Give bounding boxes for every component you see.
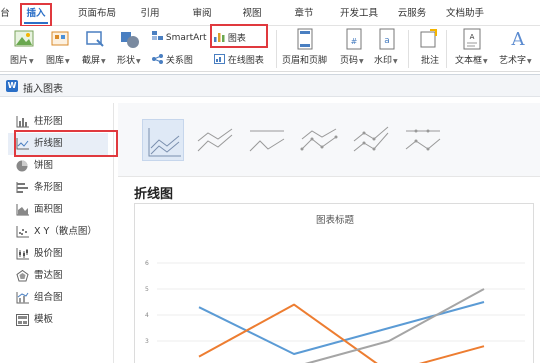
relation-icon bbox=[152, 54, 163, 64]
smartart-icon bbox=[152, 31, 163, 40]
scatter-chart-icon bbox=[16, 226, 29, 238]
line-variant-icon bbox=[148, 128, 181, 157]
comment-icon[interactable] bbox=[420, 29, 438, 52]
chart-type-scatter[interactable]: X Y（散点图） bbox=[8, 221, 108, 243]
watermark-icon[interactable]: a bbox=[379, 28, 395, 53]
menu-tab-doc-assistant[interactable]: 文档助手 bbox=[443, 4, 487, 24]
comment-button[interactable]: 批注 bbox=[421, 53, 439, 66]
bar-chart-icon bbox=[16, 182, 28, 193]
ribbon-toolbar: 图片▼ 图库▼ 截屏▼ 形状▼ SmartArt 关系图 图表 在线图表 页眉和… bbox=[0, 26, 540, 72]
template-icon bbox=[16, 314, 29, 326]
percent-line-variant-icon bbox=[249, 130, 285, 152]
chart-type-line[interactable]: 折线图 bbox=[8, 133, 108, 155]
variant-percent-line-markers[interactable] bbox=[402, 119, 444, 161]
stacked-line-markers-variant-icon bbox=[353, 126, 389, 152]
ribbon-separator bbox=[446, 30, 447, 68]
relation-chart-button[interactable]: 关系图 bbox=[152, 53, 193, 66]
wordart-icon[interactable]: A bbox=[508, 27, 528, 52]
menu-tab-insert[interactable]: 插入 bbox=[24, 4, 48, 24]
menu-tab-references[interactable]: 引用 bbox=[138, 4, 162, 24]
chart-type-column[interactable]: 柱形图 bbox=[8, 111, 108, 133]
chart-type-area[interactable]: 面积图 bbox=[8, 199, 108, 221]
line-chart-icon bbox=[16, 138, 29, 150]
percent-line-markers-variant-icon bbox=[405, 129, 441, 151]
gallery-button[interactable]: 图库▼ bbox=[46, 53, 70, 66]
variant-stacked-line-markers[interactable] bbox=[350, 119, 392, 161]
chart-icon bbox=[214, 33, 225, 42]
menu-tab-section[interactable]: 章节 bbox=[292, 4, 316, 24]
menu-tab-review[interactable]: 审阅 bbox=[190, 4, 214, 24]
screenshot-button[interactable]: 截屏▼ bbox=[82, 53, 106, 66]
menu-tab-page-layout[interactable]: 页面布局 bbox=[75, 4, 119, 24]
area-chart-icon bbox=[16, 204, 29, 216]
watermark-button[interactable]: 水印▼ bbox=[374, 53, 398, 66]
header-footer-button[interactable]: 页眉和页脚 bbox=[282, 53, 327, 66]
shapes-button[interactable]: 形状▼ bbox=[117, 53, 141, 66]
menu-tab-cloud[interactable]: 云服务 bbox=[395, 4, 429, 24]
variant-line[interactable] bbox=[142, 119, 184, 161]
svg-text:A: A bbox=[470, 33, 475, 41]
gallery-icon[interactable] bbox=[50, 30, 70, 51]
line-chart-plot: 23456 bbox=[145, 260, 525, 363]
chart-type-radar[interactable]: 雷达图 bbox=[8, 265, 108, 287]
page-number-icon[interactable]: # bbox=[346, 28, 362, 53]
series-line-3 bbox=[304, 288, 485, 363]
chart-type-stock[interactable]: 股价图 bbox=[8, 243, 108, 265]
chart-type-list: 柱形图 折线图 饼图 条形图 面积图 X Y（散点图） 股价图 雷达图 组合图 … bbox=[8, 103, 114, 363]
textbox-icon[interactable]: A bbox=[463, 28, 481, 53]
menu-tab-developer[interactable]: 开发工具 bbox=[337, 4, 381, 24]
chart-type-bar[interactable]: 条形图 bbox=[8, 177, 108, 199]
insert-chart-dialog: W 插入图表 柱形图 折线图 饼图 条形图 面积图 X Y（散点图） 股价图 雷… bbox=[0, 74, 540, 363]
y-tick-label: 6 bbox=[145, 260, 149, 267]
smartart-button[interactable]: SmartArt bbox=[152, 31, 207, 43]
svg-text:a: a bbox=[384, 36, 390, 46]
picture-icon[interactable] bbox=[14, 30, 34, 51]
menu-tab-view[interactable]: 视图 bbox=[240, 4, 264, 24]
menu-bar: 台 插入 页面布局 引用 审阅 视图 章节 开发工具 云服务 文档助手 bbox=[0, 0, 540, 26]
app-logo-icon: W bbox=[6, 80, 18, 92]
online-chart-icon bbox=[214, 54, 225, 64]
shapes-icon[interactable] bbox=[119, 30, 141, 53]
page-number-button[interactable]: 页码▼ bbox=[340, 53, 364, 66]
chart-preview-panel: 折线图 图表标题 23456 bbox=[118, 103, 540, 363]
stacked-line-variant-icon bbox=[197, 128, 233, 152]
dialog-title: 插入图表 bbox=[23, 84, 63, 95]
chart-type-combo[interactable]: 组合图 bbox=[8, 287, 108, 309]
variant-stacked-line[interactable] bbox=[194, 119, 236, 161]
ribbon-separator bbox=[408, 30, 409, 68]
y-tick-label: 3 bbox=[145, 338, 149, 345]
y-tick-label: 4 bbox=[145, 312, 149, 319]
chart-type-pie[interactable]: 饼图 bbox=[8, 155, 108, 177]
svg-text:#: # bbox=[351, 37, 358, 46]
line-chart-variants bbox=[118, 103, 540, 177]
column-chart-icon bbox=[16, 116, 29, 128]
section-title: 折线图 bbox=[134, 187, 174, 202]
pie-chart-icon bbox=[16, 160, 28, 172]
menu-tab-home[interactable]: 台 bbox=[0, 4, 12, 24]
textbox-button[interactable]: 文本框▼ bbox=[455, 53, 488, 66]
wordart-button[interactable]: 艺术字▼ bbox=[499, 53, 532, 66]
header-footer-icon[interactable] bbox=[297, 28, 313, 53]
series-line-1 bbox=[198, 301, 485, 355]
combo-chart-icon bbox=[16, 292, 29, 304]
radar-chart-icon bbox=[16, 270, 29, 282]
dialog-title-bar: W 插入图表 bbox=[0, 75, 540, 97]
variant-percent-line[interactable] bbox=[246, 119, 288, 161]
online-chart-button[interactable]: 在线图表 bbox=[214, 53, 264, 66]
svg-text:A: A bbox=[511, 29, 526, 49]
picture-button[interactable]: 图片▼ bbox=[10, 53, 34, 66]
chart-preview: 图表标题 23456 bbox=[134, 203, 534, 363]
variant-line-markers[interactable] bbox=[298, 119, 340, 161]
line-markers-variant-icon bbox=[300, 128, 338, 151]
stock-chart-icon bbox=[16, 248, 29, 260]
ribbon-separator bbox=[276, 30, 277, 68]
y-tick-label: 5 bbox=[145, 286, 149, 293]
chart-button[interactable]: 图表 bbox=[214, 31, 246, 44]
screenshot-icon[interactable] bbox=[84, 29, 106, 52]
chart-type-template[interactable]: 模板 bbox=[8, 309, 108, 331]
